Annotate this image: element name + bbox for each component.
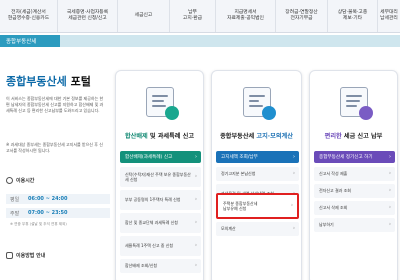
chevron-right-icon: › xyxy=(389,170,391,177)
card-item-label: 주택분 종합부동산세 납부유예 신청 xyxy=(223,200,258,211)
page-title-tail: 포털 xyxy=(70,75,91,88)
card-item[interactable]: 신탁(수탁자)재산 주택 보유 종합부동산세 신청 › xyxy=(120,167,201,187)
card-item[interactable]: 신고서 삭제 조회 › xyxy=(314,201,395,215)
card-item[interactable]: 합산배제 조회/신청 › xyxy=(120,259,201,273)
card-item[interactable]: 세율특례 1주택 신고 중 신청 › xyxy=(120,236,201,256)
nav-e-invoice[interactable]: 전자(세금)계산서 현금영수증·신용카드 xyxy=(0,0,58,32)
card-item[interactable]: 합산 및 종교단체 과세특례 신청 › xyxy=(120,213,201,233)
nav-incentive[interactable]: 장려금·연말정산 전자기부금 xyxy=(276,0,328,32)
info-badge-icon xyxy=(261,106,276,120)
document-icon xyxy=(145,87,179,120)
card-item-label: 신고서 작성 제출 xyxy=(319,171,348,177)
nav-tax-certificate[interactable]: 국세증명·사업자등록 세금관련 신청/신고 xyxy=(58,0,118,32)
chevron-right-icon: › xyxy=(293,154,295,160)
hours-label: 주말 xyxy=(10,210,20,217)
calculator-icon xyxy=(242,87,276,120)
top-navigation: 전자(세금)계산서 현금영수증·신용카드 국세증명·사업자등록 세금관련 신청/… xyxy=(0,0,400,33)
chevron-right-icon: › xyxy=(291,202,293,209)
nav-tax-return[interactable]: 세금신고 xyxy=(118,0,170,32)
card-head-button[interactable]: 종합부동산세 정기신고 하기 › xyxy=(314,151,395,163)
hours-note: ※ 연중 무휴 (설날 및 추석 연휴 제외) xyxy=(10,222,67,226)
section-tab-property-tax[interactable]: 종합부동산세 xyxy=(0,35,60,47)
page-title: 종합부동산세 포털 xyxy=(6,73,91,89)
hours-time: 06:00 ~ 24:00 xyxy=(28,196,68,202)
chevron-right-icon: › xyxy=(389,204,391,211)
card-title-highlight: 편리한 xyxy=(324,133,342,140)
card-item-label: 정기고지분 본납신청 xyxy=(221,171,256,177)
chevron-right-icon: › xyxy=(195,242,197,249)
chevron-right-icon: › xyxy=(293,170,295,177)
card-item[interactable]: 모의계산 › xyxy=(216,222,299,236)
card-item-label: 신탁(수탁자)재산 주택 보유 종합부동산세 신청 xyxy=(125,171,191,182)
page-title-main: 종합부동산세 xyxy=(6,75,67,88)
chevron-right-icon: › xyxy=(195,154,197,160)
nav-tax-agent[interactable]: 세무대리 납세관리 xyxy=(378,0,400,32)
nav-payment-statement[interactable]: 지급명세서 자료제출·공익법인 xyxy=(216,0,276,32)
card-title-rest: 및 과세특례 신고 xyxy=(147,133,195,140)
hours-row-weekend: 주말 07:00 ~ 23:50 xyxy=(6,208,110,218)
card-exclusion-report: 합산배제 및 과세특례 신고 합산배제(과세특례) 신고 › 신탁(수탁자)재산… xyxy=(115,70,204,280)
chevron-right-icon: › xyxy=(389,187,391,194)
card-item[interactable]: 정기고지분 본납신청 › xyxy=(216,167,299,181)
chevron-right-icon: › xyxy=(293,225,295,232)
card-title-pre: 종합부동산세 xyxy=(220,133,257,140)
card-item[interactable]: 부부 공동명의 1주택자 특례 신청 › xyxy=(120,190,201,210)
card-item-label: 모의계산 xyxy=(221,226,236,232)
card-head-label: 고지세액 조회/납부 xyxy=(221,155,258,160)
card-item[interactable]: 전자신고 결과 조회 › xyxy=(314,184,395,198)
card-title: 편리한 세금 신고 납부 xyxy=(310,131,397,140)
intro-text: 이 서비스는 종합부동산세에 대한 기본 정보를 제공하는 한편 납세자의 종합… xyxy=(6,96,104,113)
intro-note: ※ 과세대상 종부세는 종합부동산세 고지서를 받으신 후 신고서를 작성하시면… xyxy=(6,142,103,153)
chevron-right-icon: › xyxy=(389,221,391,228)
card-item-label: 세율특례 1주택 신고 중 신청 xyxy=(125,243,174,249)
card-item-label: 납부하기 xyxy=(319,222,334,228)
chevron-right-icon: › xyxy=(195,262,197,269)
chevron-right-icon: › xyxy=(195,173,197,180)
card-title: 합산배제 및 과세특례 신고 xyxy=(116,131,203,140)
card-item-selected[interactable]: 주택분 종합부동산세 납부유예 신청 › xyxy=(216,193,299,219)
card-notice-simulation: 종합부동산세 고지·모의계산 고지세액 조회/납부 › 정기고지분 본납신청 › … xyxy=(211,70,302,280)
usage-guide-heading[interactable]: 이용방법 안내 xyxy=(6,252,45,259)
card-title-highlight: 고지·모의계산 xyxy=(256,133,293,140)
clock-icon xyxy=(6,177,13,184)
hours-time: 07:00 ~ 23:50 xyxy=(28,210,68,216)
card-title-rest: 세금 신고 납부 xyxy=(341,133,383,140)
hours-title: 이용시간 xyxy=(16,178,35,184)
chevron-right-icon: › xyxy=(389,154,391,160)
nav-payment[interactable]: 납부 고지·환급 xyxy=(170,0,216,32)
card-head-button[interactable]: 합산배제(과세특례) 신고 › xyxy=(120,151,201,163)
usage-guide-title: 이용방법 안내 xyxy=(16,253,46,259)
card-item-label: 전자신고 결과 조회 xyxy=(319,188,351,194)
section-bar: 종합부동산세 xyxy=(0,35,400,47)
card-easy-filing: 편리한 세금 신고 납부 종합부동산세 정기신고 하기 › 신고서 작성 제출 ›… xyxy=(309,70,398,280)
card-item[interactable]: 신고서 작성 제출 › xyxy=(314,167,395,181)
hours-heading: 이용시간 xyxy=(6,177,34,184)
pen-badge-icon xyxy=(358,106,373,120)
card-item-label: 합산 및 종교단체 과세특례 신청 xyxy=(125,220,178,226)
card-item[interactable]: 납부하기 › xyxy=(314,218,395,232)
tax-form-icon xyxy=(339,87,373,120)
card-item-label: 부부 공동명의 1주택자 특례 신청 xyxy=(125,197,181,203)
hours-row-weekday: 평일 06:00 ~ 24:00 xyxy=(6,194,110,204)
card-head-label: 종합부동산세 정기신고 하기 xyxy=(319,155,373,160)
card-item-label: 합산배제 조회/신청 xyxy=(125,263,158,269)
check-badge-icon xyxy=(164,106,179,120)
guide-icon xyxy=(6,252,13,259)
chevron-right-icon: › xyxy=(195,196,197,203)
card-title-highlight: 합산배제 xyxy=(124,133,148,140)
hours-label: 평일 xyxy=(10,196,20,203)
card-head-button[interactable]: 고지세액 조회/납부 › xyxy=(216,151,299,163)
card-head-label: 합산배제(과세특례) 신고 xyxy=(125,155,173,160)
nav-consultation[interactable]: 상담·불복·고충 제보·기타 xyxy=(328,0,378,32)
card-title: 종합부동산세 고지·모의계산 xyxy=(212,131,301,140)
card-item-label: 신고서 삭제 조회 xyxy=(319,205,348,211)
chevron-right-icon: › xyxy=(195,219,197,226)
